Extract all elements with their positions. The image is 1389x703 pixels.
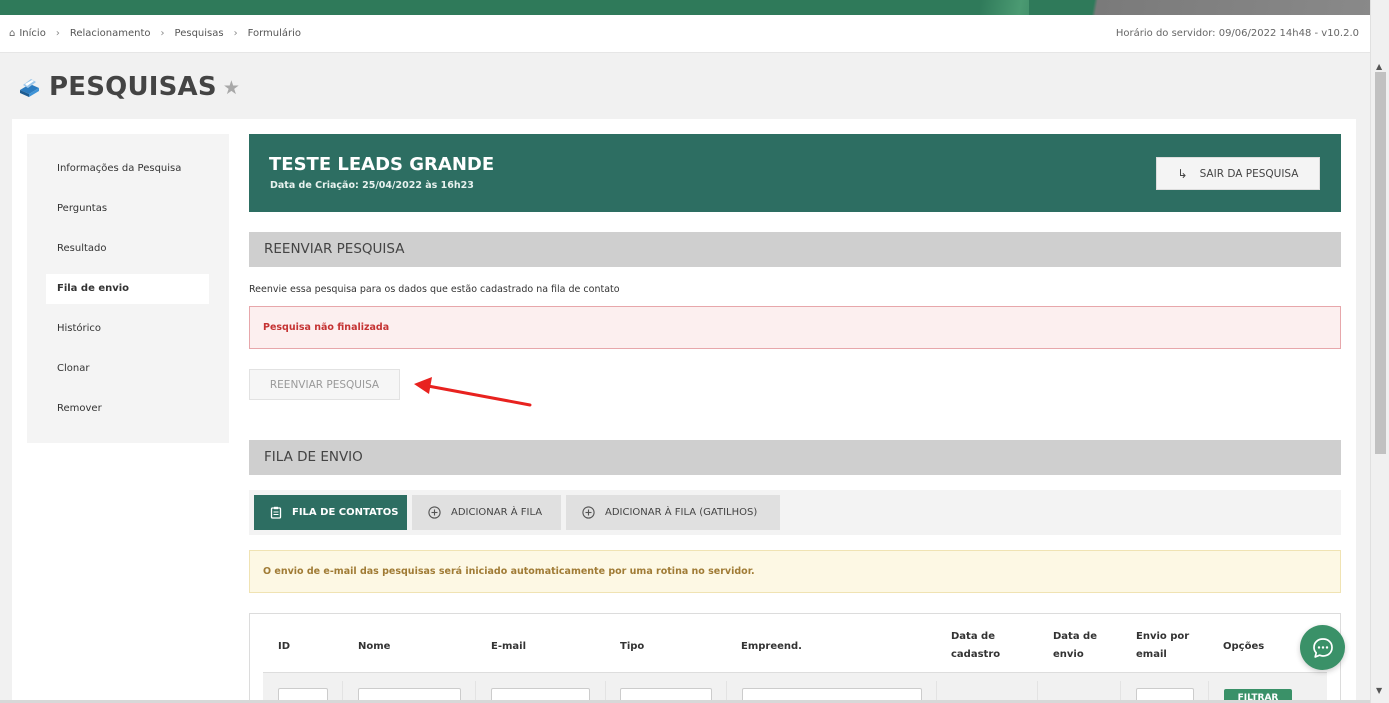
share-arrow-icon: ↳ [1177, 166, 1188, 181]
tab-adicionar-a-fila-gatilhos-label: ADICIONAR À FILA (GATILHOS) [605, 507, 758, 518]
column-header-tipo[interactable]: Tipo [620, 638, 644, 656]
server-time: Horário do servidor: 09/06/2022 14h48 - … [1115, 28, 1359, 39]
sidebar-item-resultado[interactable]: Resultado [46, 234, 209, 264]
sidebar-item-perguntas[interactable]: Perguntas [46, 194, 209, 224]
resend-survey-button[interactable]: REENVIAR PESQUISA [249, 369, 400, 400]
tab-fila-de-contatos[interactable]: FILA DE CONTATOS [254, 495, 407, 530]
table-filter-row: FILTRAR [263, 673, 1327, 703]
tab-adicionar-a-fila-label: ADICIONAR À FILA [451, 507, 543, 518]
sidebar-item-clonar[interactable]: Clonar [46, 354, 209, 384]
tab-adicionar-a-fila-gatilhos[interactable]: ADICIONAR À FILA (GATILHOS) [566, 495, 780, 530]
red-arrow-annotation [414, 377, 532, 407]
breadcrumb-bar: ⌂ Início › Relacionamento › Pesquisas › … [0, 15, 1370, 53]
column-header-data-cadastro[interactable]: Data de cadastro [951, 628, 1000, 664]
page-title: PESQUISAS [49, 72, 217, 102]
breadcrumb-item-pesquisas[interactable]: Pesquisas [175, 28, 224, 39]
queue-table: ID Nome E-mail Tipo Empreend. Data de cad… [249, 613, 1341, 703]
surveys-logo-icon [20, 79, 39, 97]
tab-adicionar-a-fila[interactable]: ADICIONAR À FILA [412, 495, 561, 530]
breadcrumb: ⌂ Início › Relacionamento › Pesquisas › … [9, 28, 301, 39]
queue-section-header: FILA DE ENVIO [249, 440, 1341, 475]
column-header-email[interactable]: E-mail [491, 638, 526, 656]
survey-creation-date: Data de Criação: 25/04/2022 às 16h23 [270, 180, 474, 191]
home-icon[interactable]: ⌂ [9, 28, 15, 39]
star-icon[interactable]: ★ [223, 77, 240, 99]
scrollbar-thumb[interactable] [1375, 72, 1386, 454]
error-alert: Pesquisa não finalizada [249, 306, 1341, 349]
chat-button[interactable] [1300, 625, 1345, 670]
survey-banner: TESTE LEADS GRANDE Data de Criação: 25/0… [249, 134, 1341, 212]
clipboard-icon [270, 506, 282, 519]
breadcrumb-item-inicio[interactable]: Início [19, 28, 45, 39]
survey-title: TESTE LEADS GRANDE [269, 154, 495, 175]
column-header-id[interactable]: ID [278, 638, 290, 656]
plus-circle-icon [428, 506, 441, 519]
sidebar-item-fila-de-envio[interactable]: Fila de envio [46, 274, 209, 304]
top-bar-gradient [1029, 0, 1389, 15]
tab-fila-de-contatos-label: FILA DE CONTATOS [292, 507, 399, 518]
page-header: PESQUISAS ★ [17, 72, 240, 102]
exit-survey-label: SAIR DA PESQUISA [1199, 167, 1299, 180]
breadcrumb-item-formulario: Formulário [247, 28, 302, 39]
resend-description: Reenvie essa pesquisa para os dados que … [249, 284, 620, 295]
column-header-nome[interactable]: Nome [358, 638, 390, 656]
column-header-empreend[interactable]: Empreend. [741, 638, 802, 656]
column-header-opcoes: Opções [1223, 641, 1265, 652]
exit-survey-button[interactable]: ↳ SAIR DA PESQUISA [1156, 157, 1320, 190]
scroll-up-arrow-icon[interactable]: ▲ [1376, 62, 1382, 71]
plus-circle-icon [582, 506, 595, 519]
chat-bubble-icon [1312, 637, 1333, 658]
sidebar: Informações da Pesquisa Perguntas Result… [27, 134, 229, 443]
warning-alert: O envio de e-mail das pesquisas será ini… [249, 550, 1341, 593]
sidebar-item-remover[interactable]: Remover [46, 394, 209, 424]
vertical-scrollbar[interactable]: ▲ ▼ [1370, 0, 1389, 703]
queue-tab-bar: FILA DE CONTATOS ADICIONAR À FILA ADICIO… [249, 490, 1341, 535]
resend-section-header: REENVIAR PESQUISA [249, 232, 1341, 267]
sidebar-item-informacoes[interactable]: Informações da Pesquisa [46, 154, 209, 184]
chevron-right-icon: › [233, 28, 238, 39]
scroll-down-arrow-icon[interactable]: ▼ [1376, 686, 1382, 695]
column-header-envio-email[interactable]: Envio por email [1136, 628, 1189, 664]
chevron-right-icon: › [55, 28, 60, 39]
column-header-data-envio[interactable]: Data de envio [1053, 628, 1097, 664]
sidebar-item-historico[interactable]: Histórico [46, 314, 209, 344]
breadcrumb-item-relacionamento[interactable]: Relacionamento [70, 28, 151, 39]
chevron-right-icon: › [160, 28, 165, 39]
top-brand-bar [0, 0, 1389, 15]
